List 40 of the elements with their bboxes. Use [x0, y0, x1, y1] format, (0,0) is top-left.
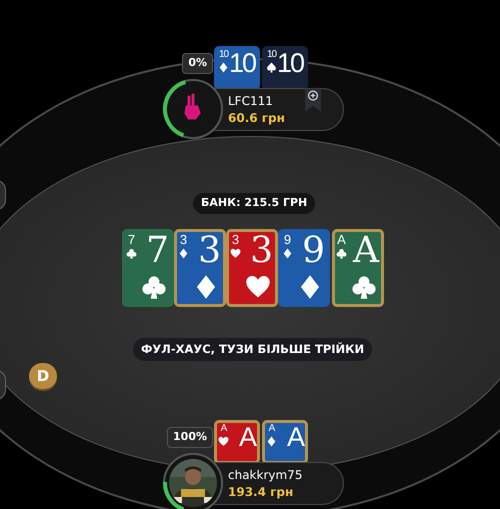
card-rank: A	[238, 424, 255, 451]
diamond-icon	[178, 248, 189, 259]
add-icon[interactable]	[305, 88, 321, 112]
card-rank: 10	[228, 50, 255, 77]
equity-badge: 100%	[167, 427, 213, 448]
chip-count: 193.4 грн	[228, 484, 294, 501]
card-rank: 3	[232, 233, 240, 246]
club-icon	[351, 274, 377, 300]
card-rank: 7	[146, 233, 169, 269]
card-rank: A	[353, 233, 379, 269]
card-rank: 7	[128, 233, 136, 246]
card-rank: 3	[250, 233, 273, 269]
card-rank: A	[337, 233, 346, 246]
spade-icon	[266, 62, 277, 73]
card-rank: 9	[302, 233, 325, 269]
card-rank: 3	[198, 233, 221, 269]
heart-icon	[230, 248, 241, 259]
card-rank: 9	[284, 233, 292, 246]
equity-badge: 0%	[182, 53, 213, 74]
chip-count: 60.6 грн	[228, 110, 285, 127]
card-rank: 10	[276, 50, 303, 77]
diamond-icon	[218, 62, 229, 73]
card-rank: 3	[180, 233, 188, 246]
card-rank: 10	[266, 50, 276, 60]
heart-icon	[245, 274, 271, 300]
card-rank: A	[286, 424, 303, 451]
heart-icon	[218, 436, 229, 447]
pot-label: БАНК: 215.5 ГРН	[193, 193, 316, 214]
diamond-icon	[282, 248, 293, 259]
card-rank: A	[220, 424, 226, 434]
hand-result-label: ФУЛ-ХАУС, ТУЗИ БІЛЬШЕ ТРІЙКИ	[133, 338, 372, 362]
card-rank: 10	[218, 50, 228, 60]
club-icon	[141, 274, 167, 300]
club-icon	[126, 248, 137, 259]
player-name: chakkrym75	[228, 467, 302, 484]
card-rank: A	[268, 424, 274, 434]
hand-logo-icon	[184, 94, 201, 120]
club-icon	[336, 248, 347, 259]
player-name: LFC111	[228, 93, 273, 110]
diamond-icon	[266, 436, 277, 447]
